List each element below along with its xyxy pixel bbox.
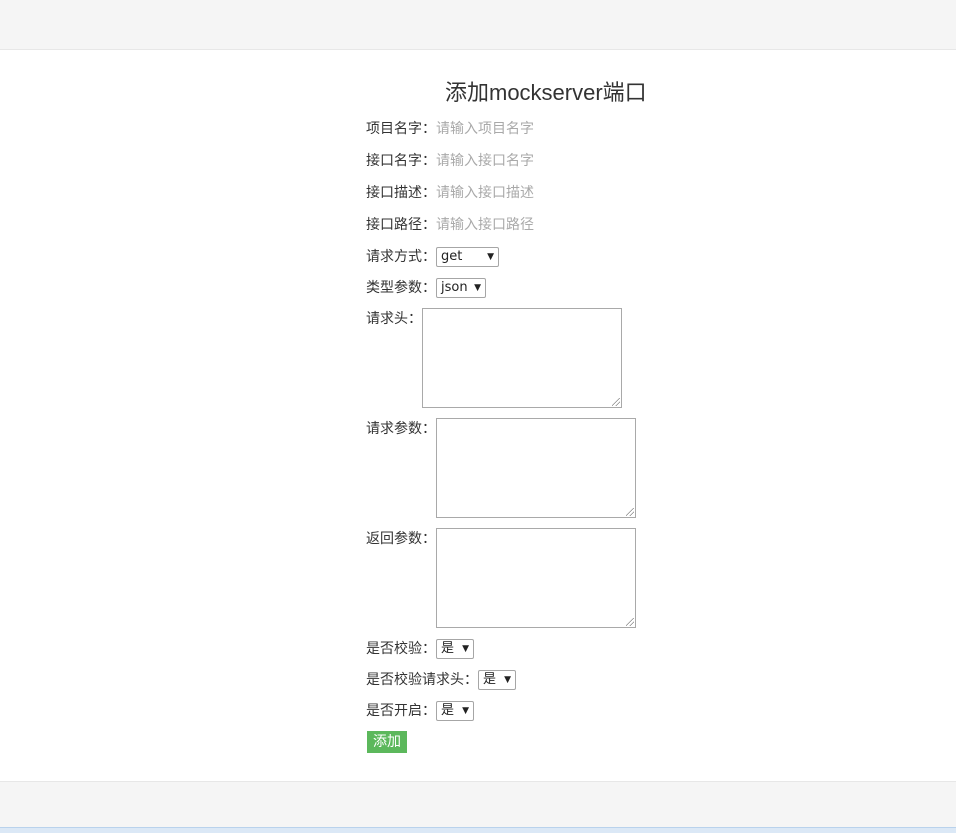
method-selected-value: get <box>441 249 463 264</box>
page-title: 添加mockserver端口 <box>445 80 647 105</box>
api-desc-row: 接口描述： <box>366 182 636 204</box>
resize-grip-icon[interactable] <box>626 618 634 626</box>
check-headers-selected-value: 是 <box>483 672 497 687</box>
req-params-textarea[interactable] <box>436 418 636 518</box>
req-headers-textarea[interactable] <box>422 308 622 408</box>
chevron-down-icon: ▼ <box>474 283 481 293</box>
project-name-row: 项目名字： <box>366 118 636 140</box>
check-headers-label: 是否校验请求头： <box>366 672 478 688</box>
chevron-down-icon: ▼ <box>487 252 494 262</box>
check-headers-select[interactable]: 是 ▼ <box>478 670 516 690</box>
api-path-label: 接口路径： <box>366 217 436 233</box>
project-name-label: 项目名字： <box>366 121 436 137</box>
api-desc-input[interactable] <box>436 182 636 204</box>
req-headers-row: 请求头： <box>366 308 622 408</box>
enabled-selected-value: 是 <box>441 703 455 718</box>
resp-params-label: 返回参数： <box>366 531 436 547</box>
check-label: 是否校验： <box>366 641 436 657</box>
api-name-input[interactable] <box>436 150 636 172</box>
check-headers-row: 是否校验请求头： 是 ▼ <box>366 669 516 691</box>
resize-grip-icon[interactable] <box>626 508 634 516</box>
method-select[interactable]: get ▼ <box>436 247 499 267</box>
req-headers-label: 请求头： <box>366 311 422 327</box>
param-type-select[interactable]: json ▼ <box>436 278 486 298</box>
method-label: 请求方式： <box>366 249 436 265</box>
api-name-label: 接口名字： <box>366 153 436 169</box>
resp-params-row: 返回参数： <box>366 528 636 628</box>
method-row: 请求方式： get ▼ <box>366 246 499 268</box>
check-row: 是否校验： 是 ▼ <box>366 638 474 660</box>
project-name-input[interactable] <box>436 118 636 140</box>
param-type-selected-value: json <box>441 280 468 295</box>
param-type-label: 类型参数： <box>366 280 436 296</box>
enabled-select[interactable]: 是 ▼ <box>436 701 474 721</box>
api-desc-label: 接口描述： <box>366 185 436 201</box>
api-path-input[interactable] <box>436 214 636 236</box>
api-name-row: 接口名字： <box>366 150 636 172</box>
window-bottom-edge <box>0 827 956 833</box>
check-select[interactable]: 是 ▼ <box>436 639 474 659</box>
param-type-row: 类型参数： json ▼ <box>366 277 486 299</box>
add-button[interactable]: 添加 <box>367 731 407 753</box>
api-path-row: 接口路径： <box>366 214 636 236</box>
top-navbar <box>0 0 956 50</box>
footer-bar <box>0 781 956 828</box>
req-params-label: 请求参数： <box>366 421 436 437</box>
enabled-row: 是否开启： 是 ▼ <box>366 700 474 722</box>
req-params-row: 请求参数： <box>366 418 636 518</box>
enabled-label: 是否开启： <box>366 703 436 719</box>
chevron-down-icon: ▼ <box>462 644 469 654</box>
chevron-down-icon: ▼ <box>462 706 469 716</box>
chevron-down-icon: ▼ <box>504 675 511 685</box>
resp-params-textarea[interactable] <box>436 528 636 628</box>
resize-grip-icon[interactable] <box>612 398 620 406</box>
check-selected-value: 是 <box>441 641 455 656</box>
